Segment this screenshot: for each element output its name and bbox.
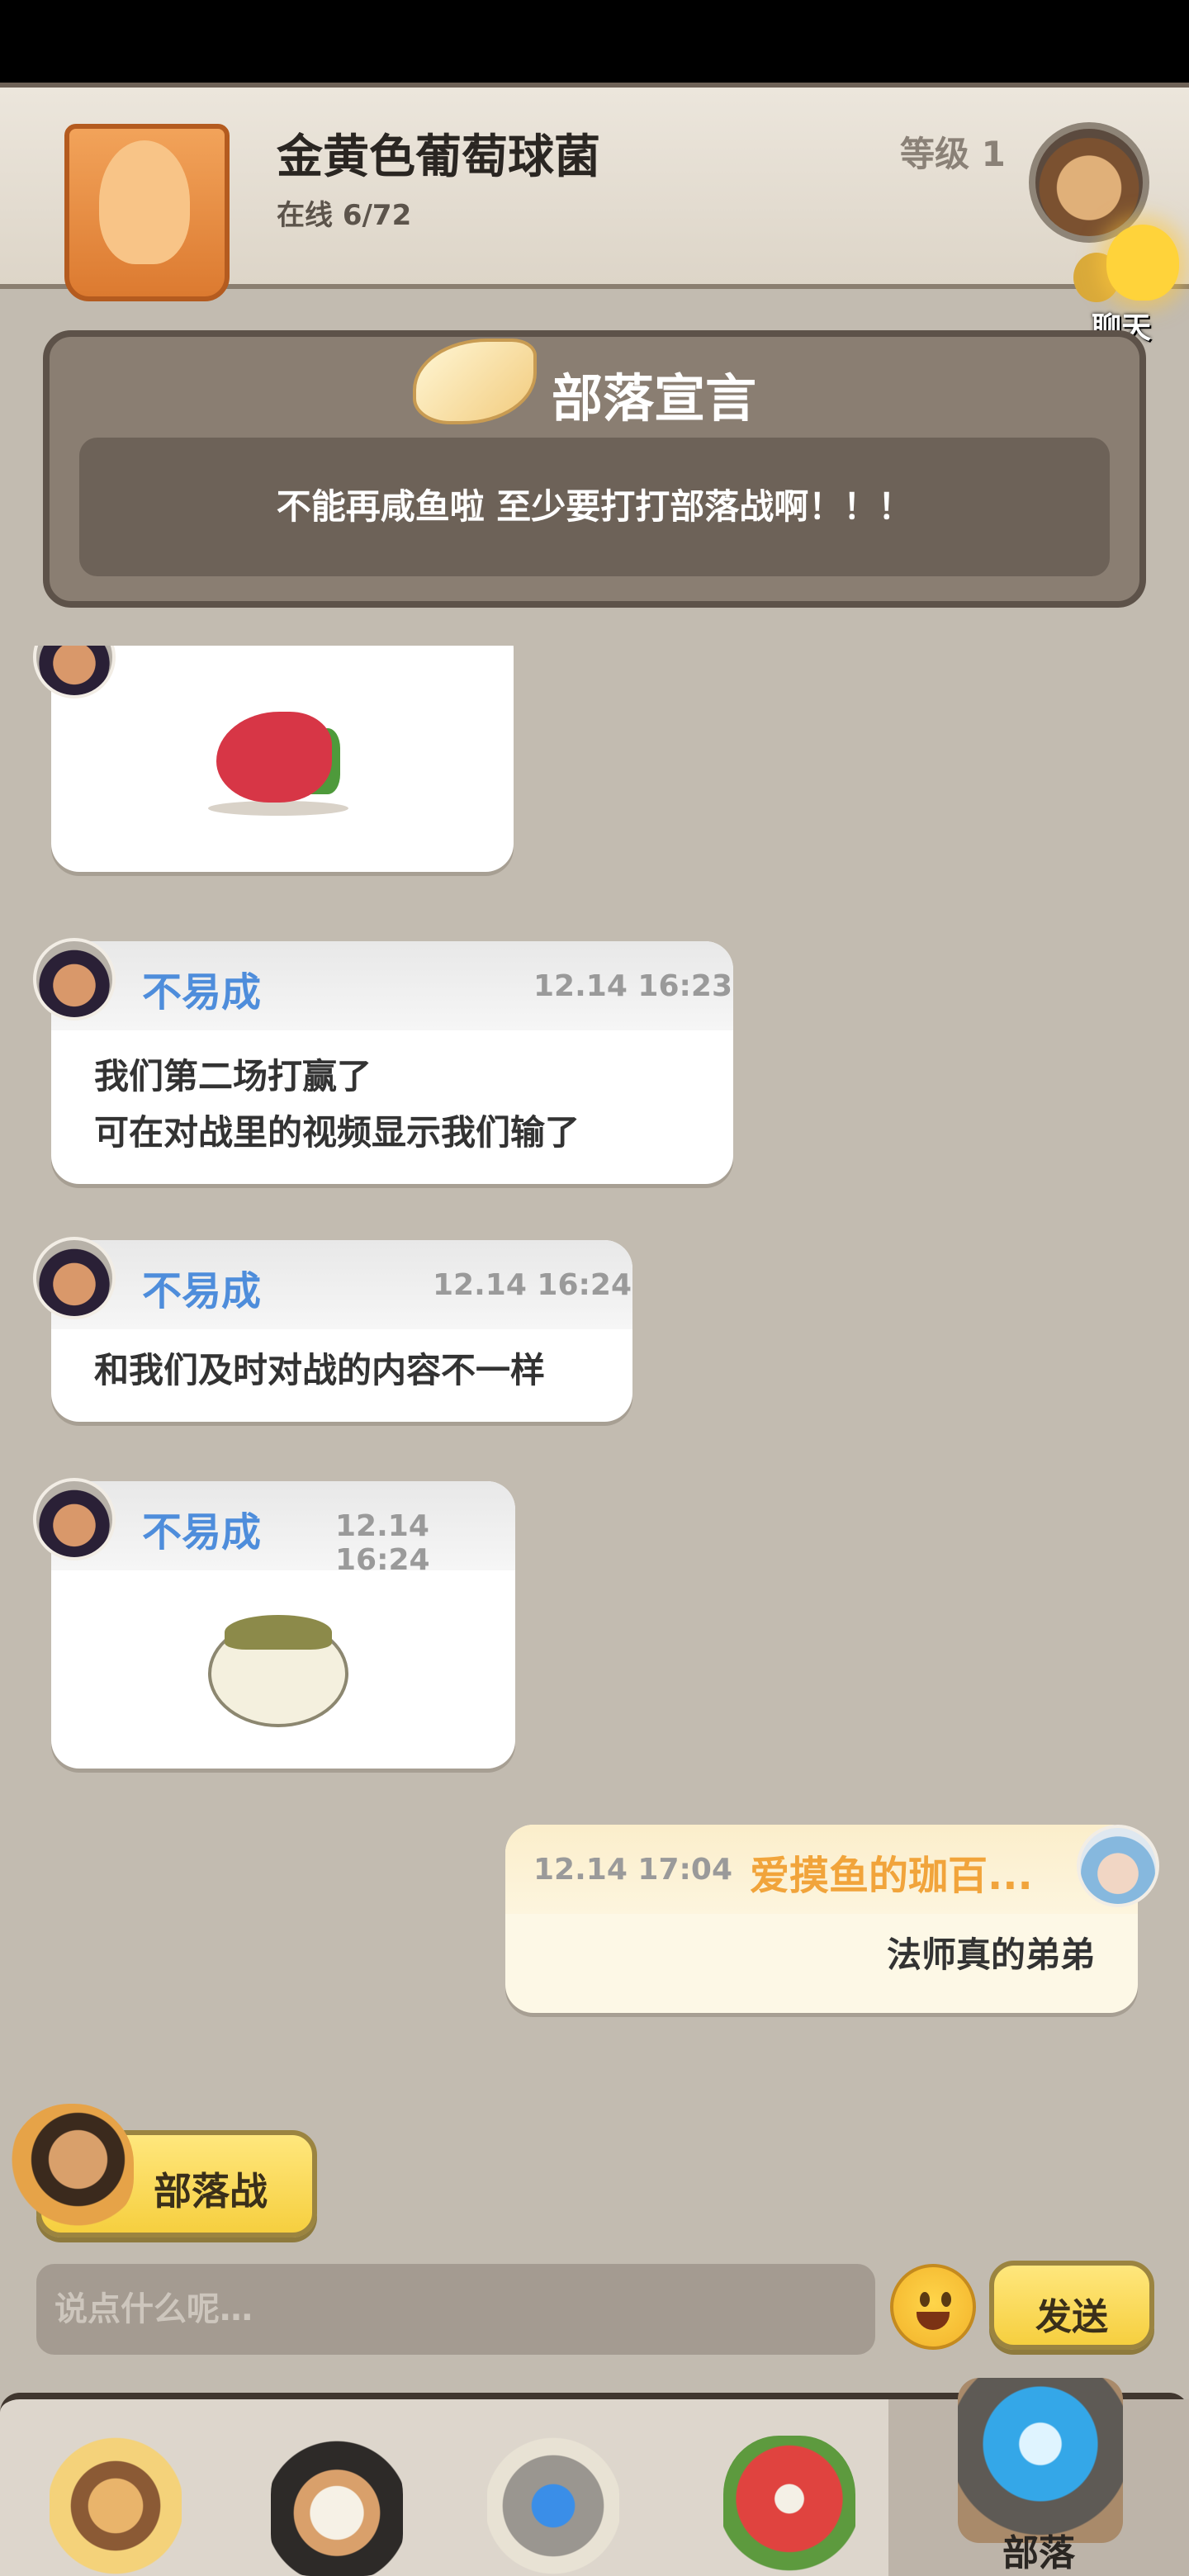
online-count: 在线 6/72 xyxy=(277,199,412,232)
caveman-icon xyxy=(50,2436,182,2576)
red-dino-sticker xyxy=(200,703,348,819)
send-label: 发送 xyxy=(1035,2296,1108,2338)
pufferfish-sticker xyxy=(200,1603,357,1735)
message-time: 12.14 17:04 xyxy=(533,1853,732,1887)
chat-message: 不易成 12.14 16:24 xyxy=(51,1481,515,1769)
sender-name[interactable]: 不易成 xyxy=(142,959,261,1017)
sender-name[interactable]: 不易成 xyxy=(142,1258,261,1316)
dino-icon xyxy=(723,2436,855,2576)
sender-name[interactable]: 爱摸鱼的珈百... xyxy=(750,1843,1033,1901)
tribe-name: 金黄色葡萄球菌 xyxy=(277,130,600,184)
status-bar xyxy=(0,0,1189,83)
emoji-eye-icon xyxy=(941,2292,951,2307)
own-chat-message: 12.14 17:04 爱摸鱼的珈百... 法师真的弟弟 xyxy=(505,1825,1138,2013)
message-time: 12.14 16:24 xyxy=(433,1268,632,1302)
tribe-war-label: 部落战 xyxy=(154,2169,268,2214)
warrior-icon xyxy=(271,2436,403,2576)
message-line: 可在对战里的视频显示我们输了 xyxy=(94,1112,580,1153)
message-line: 我们第二场打赢了 xyxy=(94,1056,372,1096)
chat-bubble-icon xyxy=(1106,225,1179,301)
tribe-level: 等级 1 xyxy=(900,134,1006,174)
tribe-emblem-icon xyxy=(99,140,190,264)
own-avatar[interactable] xyxy=(1077,1825,1159,1907)
tribe-tab-icon[interactable] xyxy=(958,2378,1123,2543)
chat-message xyxy=(51,646,514,872)
avatar[interactable] xyxy=(33,1478,116,1560)
chat-message-list[interactable]: 不易成 12.14 16:23 我们第二场打赢了 可在对战里的视频显示我们输了 … xyxy=(0,646,1189,2057)
emoji-button[interactable] xyxy=(890,2264,976,2350)
message-time: 12.14 16:24 xyxy=(335,1509,430,1577)
avatar[interactable] xyxy=(33,1237,116,1319)
sender-name[interactable]: 不易成 xyxy=(142,1499,261,1557)
caveman-tab[interactable] xyxy=(41,2419,190,2576)
tribe-tab-label[interactable]: 部落 xyxy=(888,2523,1189,2576)
dino-tab[interactable] xyxy=(715,2419,864,2576)
manifesto-title: 部落宣言 xyxy=(552,368,757,429)
sword-shield-icon xyxy=(487,2436,619,2576)
battle-tab[interactable] xyxy=(479,2419,628,2576)
message-line: 法师真的弟弟 xyxy=(886,1934,1095,1975)
avatar[interactable] xyxy=(33,938,116,1020)
emoji-mouth-icon xyxy=(917,2312,950,2330)
chat-message: 不易成 12.14 16:23 我们第二场打赢了 可在对战里的视频显示我们输了 xyxy=(51,941,733,1184)
manifesto-text: 不能再咸鱼啦 至少要打打部落战啊！！！ xyxy=(276,486,913,527)
message-line: 和我们及时对战的内容不一样 xyxy=(94,1350,546,1390)
emoji-eye-icon xyxy=(920,2292,930,2307)
chat-message: 不易成 12.14 16:24 和我们及时对战的内容不一样 xyxy=(51,1240,632,1422)
caveman-mascot-icon xyxy=(10,2104,134,2228)
chat-input[interactable] xyxy=(36,2264,875,2355)
warrior-tab[interactable] xyxy=(263,2419,411,2576)
message-time: 12.14 16:23 xyxy=(533,969,732,1003)
